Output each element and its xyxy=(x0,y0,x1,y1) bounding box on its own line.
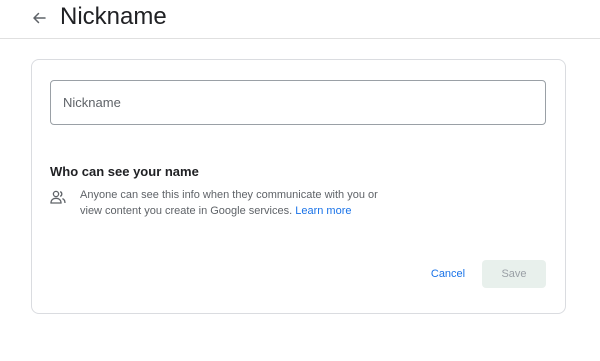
top-bar: Nickname xyxy=(0,0,600,39)
back-button[interactable] xyxy=(26,5,52,31)
visibility-info: Anyone can see this info when they commu… xyxy=(80,187,380,219)
nickname-card: Nickname Who can see your name Anyone ca… xyxy=(31,59,566,314)
cancel-button[interactable]: Cancel xyxy=(422,260,474,288)
save-button[interactable]: Save xyxy=(482,260,546,288)
page-title: Nickname xyxy=(60,3,167,30)
section-heading: Who can see your name xyxy=(50,164,199,179)
nickname-input[interactable]: Nickname xyxy=(50,80,546,125)
arrow-back-icon xyxy=(33,12,46,24)
learn-more-link[interactable]: Learn more xyxy=(295,205,351,217)
people-icon xyxy=(50,190,66,204)
